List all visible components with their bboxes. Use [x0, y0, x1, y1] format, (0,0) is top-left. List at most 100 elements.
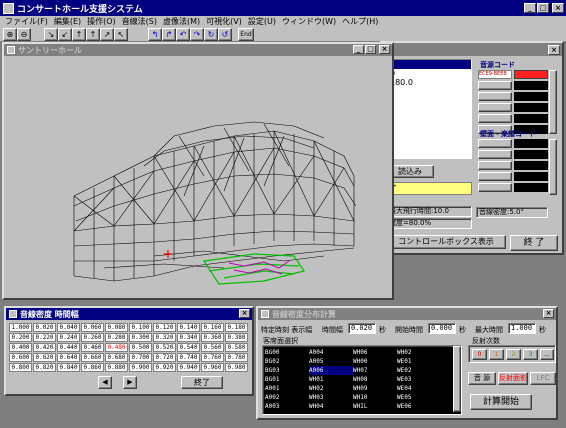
seat-item[interactable]: A002 [265, 393, 309, 402]
density-cell[interactable]: 0.180 [225, 323, 248, 332]
reflect-button[interactable]: 反射面影 [498, 372, 528, 385]
wall-code-slot[interactable] [478, 161, 512, 170]
seat-item[interactable]: BG01 [265, 375, 309, 384]
wall-code-slot[interactable] [478, 139, 512, 148]
maximize-button[interactable]: □ [537, 3, 549, 13]
seat-item[interactable]: WH02 [397, 348, 441, 357]
density-cell[interactable]: 0.200 [9, 333, 32, 342]
end-button[interactable]: 終 了 [510, 235, 558, 251]
close-button[interactable]: × [552, 3, 564, 13]
density-cell[interactable]: 0.440 [57, 343, 80, 352]
calc-window-close-button[interactable]: × [543, 309, 554, 318]
menu-file[interactable]: ファイル(F) [3, 16, 50, 28]
reflection-1-button[interactable]: 1 [489, 349, 504, 360]
menu-settings[interactable]: 設定(U) [246, 16, 278, 28]
info-list-selected-row[interactable] [387, 60, 471, 69]
source-color-swatch[interactable] [514, 70, 548, 79]
density-cell[interactable]: 0.820 [33, 363, 56, 372]
source-color-swatch[interactable] [514, 81, 548, 90]
seat-item[interactable]: WH01 [309, 375, 353, 384]
density-cell[interactable]: 0.880 [105, 363, 128, 372]
view-tool-1-icon[interactable]: ↰ [148, 28, 162, 41]
end-button[interactable]: End [238, 28, 254, 41]
density-cell[interactable]: 0.240 [57, 333, 80, 342]
time-width-input[interactable]: 0.020 [348, 323, 376, 334]
density-cell[interactable]: 0.960 [201, 363, 224, 372]
wall-color-swatch[interactable] [514, 172, 548, 181]
density-cell[interactable]: 0.300 [129, 333, 152, 342]
source-color-swatch[interactable] [514, 114, 548, 123]
wall-color-swatch[interactable] [514, 139, 548, 148]
seat-item[interactable]: A005 [309, 357, 353, 366]
start-calc-button[interactable]: 計算開始 [470, 394, 532, 410]
info-list[interactable]: 0 180.0 [386, 59, 472, 159]
density-cell[interactable]: 0.460 [81, 343, 104, 352]
density-cell[interactable]: 0.660 [81, 353, 104, 362]
density-cell[interactable]: 0.320 [153, 333, 176, 342]
density-end-button[interactable]: 終了 [181, 376, 223, 389]
reflection-2-button[interactable]: 2 [506, 349, 521, 360]
ray-tool-4-icon[interactable]: ↑ [86, 28, 100, 41]
menu-edit[interactable]: 編集(E) [52, 16, 83, 28]
density-cell[interactable]: 0.640 [57, 353, 80, 362]
source-color-swatch[interactable] [514, 92, 548, 101]
info-window-close-button[interactable]: × [548, 45, 560, 55]
seat-item[interactable]: WHIL [353, 402, 397, 411]
density-cell[interactable]: 0.060 [81, 323, 104, 332]
hall-view-close-button[interactable]: × [379, 45, 390, 54]
zoom-in-icon[interactable]: ⊕ [3, 28, 17, 41]
max-time-input[interactable]: 1.000 [508, 323, 536, 334]
seat-item[interactable]: WH10 [353, 393, 397, 402]
prev-button[interactable]: ◀ [98, 376, 112, 389]
density-cell[interactable]: 0.720 [153, 353, 176, 362]
density-cell[interactable]: 0.420 [33, 343, 56, 352]
menu-image-method[interactable]: 虚像法(M) [161, 16, 202, 28]
seat-item[interactable]: WH02 [309, 384, 353, 393]
density-cell[interactable]: 0.920 [153, 363, 176, 372]
density-cell[interactable]: 0.020 [33, 323, 56, 332]
seat-item[interactable]: WH07 [353, 366, 397, 375]
density-cell[interactable]: 0.520 [153, 343, 176, 352]
density-cell[interactable]: 0.040 [57, 323, 80, 332]
seat-list-scrollbar[interactable] [453, 346, 461, 412]
source-code-scrollbar[interactable] [549, 70, 557, 134]
density-cell[interactable]: 0.500 [129, 343, 152, 352]
density-cell[interactable]: 0.900 [129, 363, 152, 372]
seat-item[interactable]: A001 [265, 384, 309, 393]
source-button[interactable]: 音 源 [468, 372, 496, 385]
wall-code-scrollbar[interactable] [549, 139, 557, 195]
seat-item[interactable]: BG00 [265, 348, 309, 357]
zoom-out-icon[interactable]: ⊖ [17, 28, 31, 41]
density-cell[interactable]: 0.260 [81, 333, 104, 342]
density-cell[interactable]: 0.860 [81, 363, 104, 372]
seat-item[interactable]: WE04 [397, 384, 441, 393]
view-tool-6-icon[interactable]: ↺ [218, 28, 232, 41]
seat-item[interactable]: WH00 [353, 357, 397, 366]
density-cell[interactable]: 0.080 [105, 323, 128, 332]
control-box-button[interactable]: コントロールボックス表示 [386, 235, 506, 249]
wall-color-swatch[interactable] [514, 161, 548, 170]
minimize-button[interactable]: _ [524, 3, 536, 13]
density-cell[interactable]: 0.980 [225, 363, 248, 372]
density-cell[interactable]: 0.680 [105, 353, 128, 362]
menu-operation[interactable]: 操作(O) [85, 16, 118, 28]
density-cell[interactable]: 0.100 [129, 323, 152, 332]
seat-item[interactable]: WH04 [309, 402, 353, 411]
seat-item[interactable]: A004 [309, 348, 353, 357]
menu-window[interactable]: ウィンドウ(W) [280, 16, 338, 28]
seat-item[interactable]: WE01 [397, 357, 441, 366]
wall-color-swatch[interactable] [514, 183, 548, 192]
start-time-input[interactable]: 0.000 [428, 323, 456, 334]
seat-item[interactable]: WH08 [353, 375, 397, 384]
lfc-button[interactable]: LFC [530, 372, 556, 385]
density-cell[interactable]: 0.620 [33, 353, 56, 362]
density-cell[interactable]: 0.740 [177, 353, 200, 362]
source-color-swatch[interactable] [514, 103, 548, 112]
seat-item-selected[interactable]: A006 [309, 366, 353, 375]
density-cell[interactable]: 0.540 [177, 343, 200, 352]
seat-item[interactable]: WH06 [353, 348, 397, 357]
density-cell[interactable]: 0.800 [9, 363, 32, 372]
source-code-selected[interactable]: ECE9-BEEB [478, 70, 512, 79]
seat-item[interactable]: WE06 [397, 402, 441, 411]
ray-tool-1-icon[interactable]: ↘ [44, 28, 58, 41]
